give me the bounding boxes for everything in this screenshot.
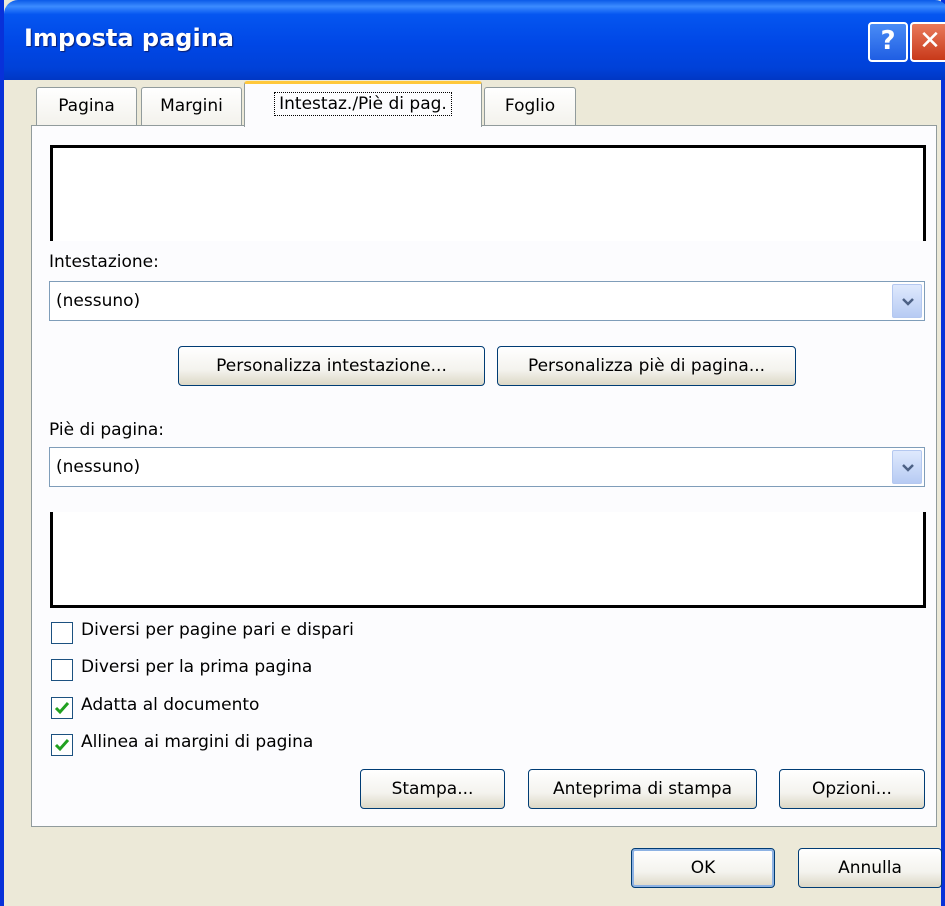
window-title: Imposta pagina bbox=[24, 24, 234, 52]
options-button[interactable]: Opzioni... bbox=[779, 769, 925, 809]
close-button[interactable]: ✕ bbox=[910, 22, 945, 62]
checkbox-first-page-label[interactable]: Diversi per la prima pagina bbox=[81, 657, 312, 677]
tab-label: Margini bbox=[160, 96, 223, 116]
checkbox-scale-with-document[interactable] bbox=[51, 697, 73, 719]
print-button[interactable]: Stampa... bbox=[360, 769, 505, 809]
tab-label: Pagina bbox=[58, 96, 115, 116]
tab-foglio[interactable]: Foglio bbox=[484, 87, 576, 125]
page-setup-dialog: Imposta pagina ? ✕ Pagina Margini Intest… bbox=[0, 0, 945, 906]
chevron-down-icon[interactable] bbox=[892, 450, 922, 484]
tab-label: Intestaz./Piè di pag. bbox=[274, 92, 452, 116]
title-bar[interactable]: Imposta pagina ? ✕ bbox=[4, 0, 945, 80]
cancel-button[interactable]: Annulla bbox=[798, 848, 942, 888]
chevron-down-icon[interactable] bbox=[892, 284, 922, 318]
header-select[interactable]: (nessuno) bbox=[49, 281, 925, 321]
checkmark-icon bbox=[54, 702, 70, 715]
tab-margini[interactable]: Margini bbox=[141, 87, 242, 125]
print-preview-button[interactable]: Anteprima di stampa bbox=[528, 769, 757, 809]
custom-header-button[interactable]: Personalizza intestazione... bbox=[178, 346, 485, 386]
tab-label: Foglio bbox=[504, 96, 556, 116]
help-button[interactable]: ? bbox=[868, 22, 908, 62]
ok-button[interactable]: OK bbox=[631, 848, 775, 888]
checkbox-align-margins-label[interactable]: Allinea ai margini di pagina bbox=[81, 732, 313, 752]
footer-select-value: (nessuno) bbox=[56, 457, 141, 477]
checkbox-odd-even-label[interactable]: Diversi per pagine pari e dispari bbox=[81, 620, 354, 640]
custom-footer-button[interactable]: Personalizza piè di pagina... bbox=[497, 346, 796, 386]
header-label: Intestazione: bbox=[49, 252, 159, 272]
tab-intestazione-pie[interactable]: Intestaz./Piè di pag. bbox=[244, 81, 482, 127]
checkbox-scale-with-document-label[interactable]: Adatta al documento bbox=[81, 695, 259, 715]
checkbox-odd-even[interactable] bbox=[51, 622, 73, 644]
header-select-value: (nessuno) bbox=[56, 291, 141, 311]
footer-label: Piè di pagina: bbox=[49, 420, 165, 440]
checkmark-icon bbox=[54, 739, 70, 752]
checkbox-align-margins[interactable] bbox=[51, 734, 73, 756]
footer-preview bbox=[50, 512, 926, 608]
tab-pagina[interactable]: Pagina bbox=[36, 87, 137, 125]
header-preview bbox=[50, 145, 926, 241]
footer-select[interactable]: (nessuno) bbox=[49, 447, 925, 487]
checkbox-first-page[interactable] bbox=[51, 659, 73, 681]
